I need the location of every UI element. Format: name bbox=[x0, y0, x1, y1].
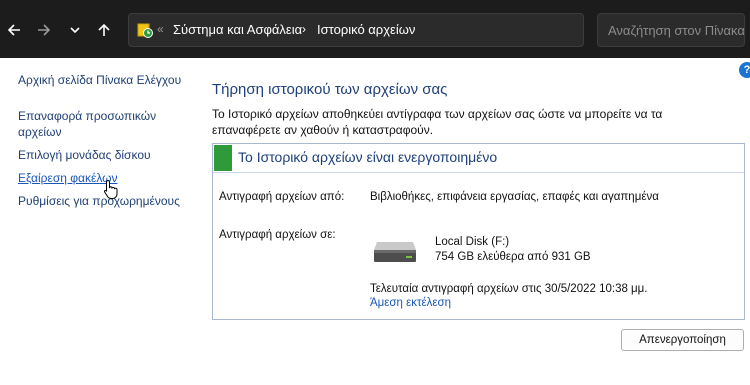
status-indicator bbox=[214, 145, 232, 171]
overflow-chevron[interactable]: « bbox=[157, 22, 164, 36]
navigation-bar: « Σύστημα και Ασφάλεια › Ιστορικό αρχείω… bbox=[0, 0, 750, 58]
breadcrumb-file-history[interactable]: Ιστορικό αρχείων bbox=[317, 22, 415, 37]
help-button[interactable]: ? bbox=[739, 62, 750, 78]
recent-locations-button[interactable] bbox=[63, 18, 87, 42]
sidebar-item-control-panel-home[interactable]: Αρχική σελίδα Πίνακα Ελέγχου bbox=[18, 72, 181, 88]
copy-from-value: Βιβλιοθήκες, επιφάνεια εργασίας, επαφές … bbox=[370, 191, 659, 203]
search-box[interactable]: Αναζήτηση στον Πίνακα Ελέγχου bbox=[597, 13, 745, 47]
drive-name: Local Disk (F:) bbox=[435, 236, 510, 248]
sidebar-item-select-drive[interactable]: Επιλογή μονάδας δίσκου bbox=[18, 147, 151, 163]
address-bar[interactable]: « Σύστημα και Ασφάλεια › Ιστορικό αρχείω… bbox=[128, 13, 698, 47]
disable-button[interactable]: Απενεργοποίηση bbox=[621, 329, 744, 351]
up-arrow-icon bbox=[98, 23, 110, 36]
page-description: Το Ιστορικό αρχείων αποθηκεύει αντίγραφα… bbox=[212, 107, 663, 137]
copy-from-label: Αντιγραφή αρχείων από: bbox=[219, 191, 345, 203]
run-now-link[interactable]: Άμεση εκτέλεση bbox=[370, 297, 451, 309]
file-history-icon bbox=[137, 23, 153, 38]
up-button[interactable] bbox=[92, 18, 116, 42]
copy-to-label: Αντιγραφή αρχείων σε: bbox=[219, 229, 336, 241]
back-arrow-icon bbox=[7, 24, 20, 36]
hard-drive-icon bbox=[374, 242, 416, 262]
back-button[interactable] bbox=[2, 18, 26, 42]
status-title: Το Ιστορικό αρχείων είναι ενεργοποιημένο bbox=[238, 149, 498, 165]
status-header: Το Ιστορικό αρχείων είναι ενεργοποιημένο bbox=[213, 144, 744, 173]
sidebar-item-restore-files[interactable]: Επαναφορά προσωπικών αρχείων bbox=[18, 108, 178, 140]
page-title: Τήρηση ιστορικού των αρχείων σας bbox=[212, 81, 448, 98]
hand-cursor-icon bbox=[103, 179, 118, 199]
forward-arrow-icon bbox=[38, 24, 51, 36]
sidebar-item-advanced-settings[interactable]: Ρυθμίσεις για προχωρημένους bbox=[18, 193, 180, 209]
breadcrumb-separator: › bbox=[302, 22, 306, 36]
forward-button[interactable] bbox=[32, 18, 56, 42]
breadcrumb-system-security[interactable]: Σύστημα και Ασφάλεια bbox=[173, 22, 302, 37]
status-panel: Το Ιστορικό αρχείων είναι ενεργοποιημένο… bbox=[212, 143, 745, 320]
chevron-down-icon bbox=[70, 27, 80, 34]
last-copy-info: Τελευταία αντιγραφή αρχείων στις 30/5/20… bbox=[370, 283, 648, 295]
search-placeholder: Αναζήτηση στον Πίνακα Ελέγχου bbox=[608, 23, 745, 38]
drive-free-space: 754 GB ελεύθερα από 931 GB bbox=[435, 251, 591, 263]
